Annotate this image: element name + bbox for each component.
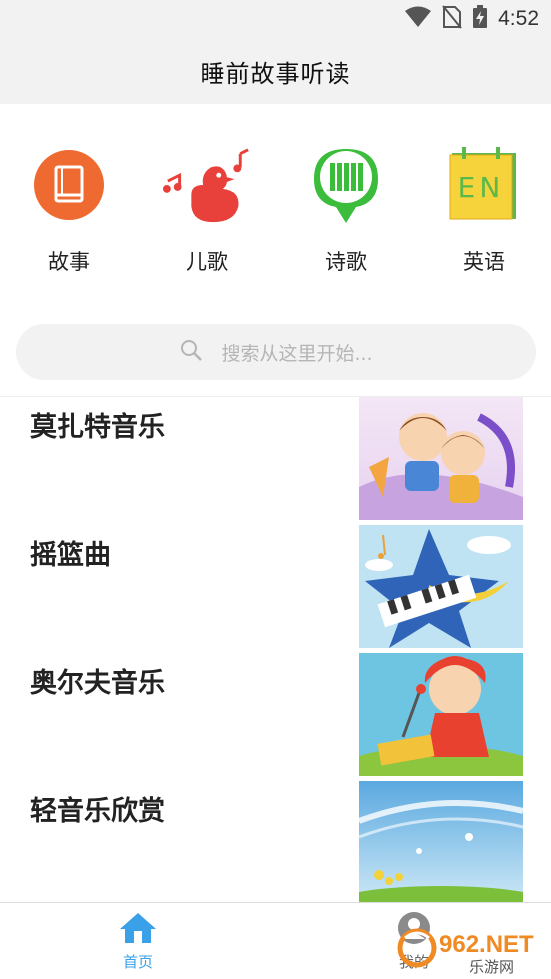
thumbnail-kids-music: [359, 397, 523, 520]
list-item-title: 摇篮曲: [30, 540, 111, 571]
list-item[interactable]: 摇篮曲: [0, 525, 551, 653]
thumbnail-orff-music: [359, 653, 523, 776]
list-item-title: 奥尔夫音乐: [30, 668, 165, 699]
category-poetry[interactable]: 诗歌: [286, 140, 406, 276]
status-time: 4:52: [498, 7, 539, 30]
category-story[interactable]: 故事: [9, 140, 129, 276]
book-icon: [24, 140, 114, 230]
category-label: 儿歌: [186, 250, 228, 274]
watermark-sub: 乐游网: [469, 958, 514, 976]
search-icon: [179, 338, 203, 366]
title-bar: 睡前故事听读: [0, 38, 551, 104]
list-item[interactable]: 莫扎特音乐: [0, 397, 551, 525]
list-item-title: 轻音乐欣赏: [30, 796, 165, 827]
category-label: 英语: [463, 250, 505, 274]
tab-label: 首页: [122, 953, 153, 971]
bamboo-scroll-icon: [301, 140, 391, 230]
duck-music-icon: [162, 140, 252, 230]
tab-home[interactable]: 首页: [78, 911, 198, 972]
status-icons: 4:52: [404, 5, 539, 33]
page-title: 睡前故事听读: [200, 59, 351, 88]
search-placeholder: 搜索从这里开始...: [221, 342, 373, 365]
category-english[interactable]: EN 英语: [424, 140, 544, 276]
english-book-icon: EN: [439, 140, 529, 230]
battery-charging-icon: [472, 5, 488, 33]
home-icon: [78, 911, 198, 949]
watermark-brand: 962.NET: [439, 931, 534, 958]
search-input[interactable]: 搜索从这里开始...: [16, 324, 536, 380]
music-list[interactable]: 莫扎特音乐 摇篮曲 奥尔夫音乐 轻音乐欣赏: [0, 396, 551, 902]
category-songs[interactable]: 儿歌: [147, 140, 267, 276]
list-item[interactable]: 奥尔夫音乐: [0, 653, 551, 781]
list-item-title: 莫扎特音乐: [30, 412, 165, 443]
thumbnail-light-music: [359, 781, 523, 902]
list-item[interactable]: 轻音乐欣赏: [0, 781, 551, 902]
category-label: 故事: [48, 250, 90, 274]
category-label: 诗歌: [325, 250, 367, 274]
category-grid: 故事 儿歌 诗歌 EN 英语: [0, 140, 551, 280]
watermark-logo: 962.NET 乐游网: [395, 924, 545, 976]
thumbnail-lullaby: [359, 525, 523, 648]
svg-text:EN: EN: [458, 171, 505, 204]
wifi-icon: [404, 6, 432, 32]
no-sim-icon: [442, 5, 462, 33]
status-bar: 4:52: [0, 0, 551, 38]
